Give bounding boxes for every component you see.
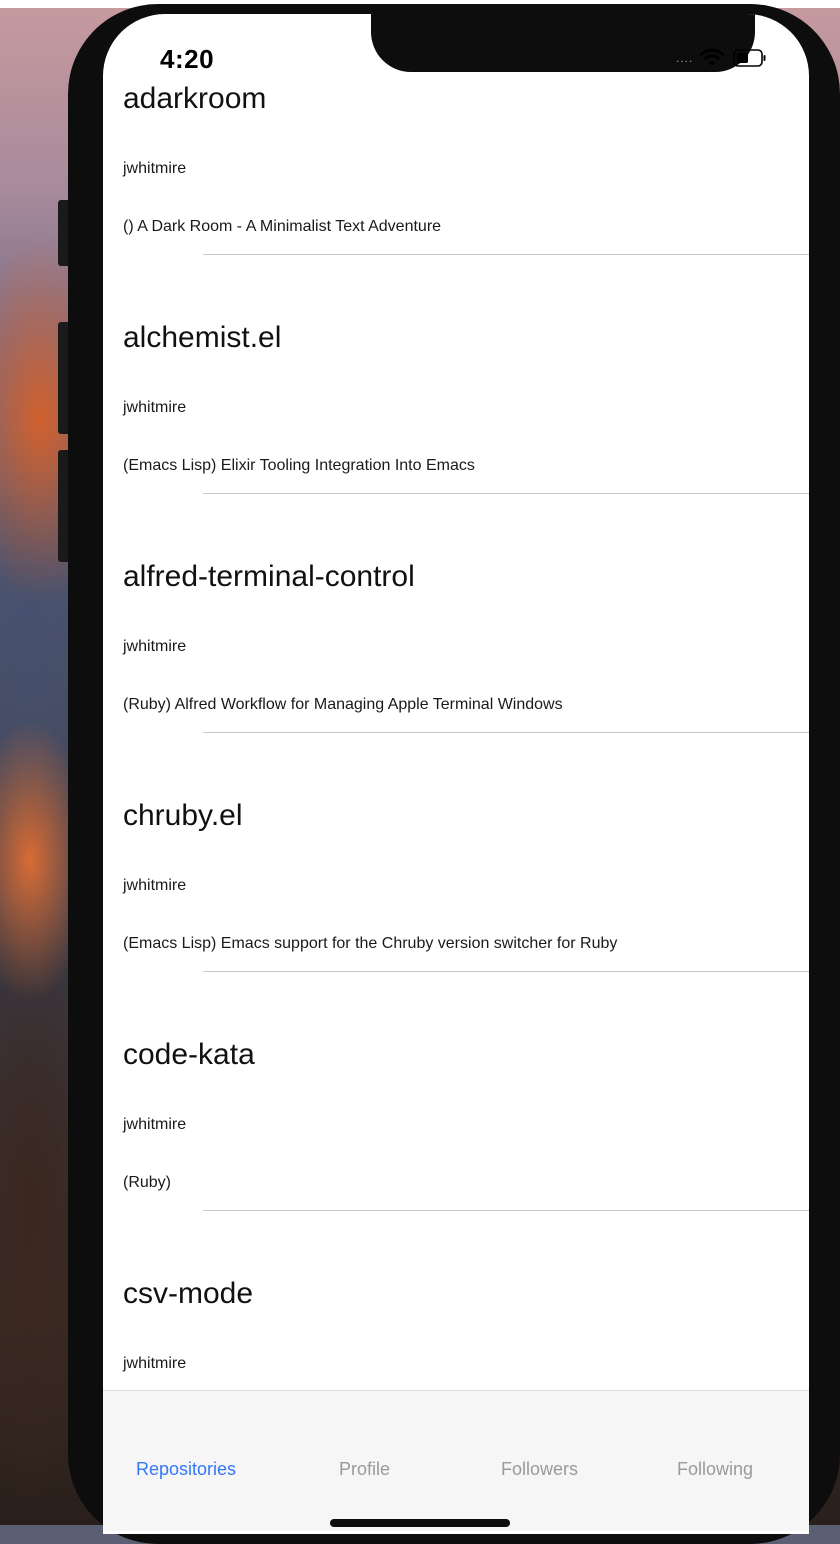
repository-name: adarkroom [123, 82, 267, 115]
repository-description: (Emacs Lisp) Emacs support for the Chrub… [123, 935, 618, 952]
home-indicator[interactable] [330, 1519, 510, 1527]
repository-item[interactable]: adarkroom jwhitmire () A Dark Room - A M… [103, 82, 809, 321]
repository-owner: jwhitmire [123, 877, 187, 894]
row-separator [203, 732, 809, 733]
row-separator [203, 1210, 809, 1211]
repository-name: csv-mode [123, 1277, 254, 1310]
row-separator [203, 254, 809, 255]
repository-name: code-kata [123, 1038, 255, 1071]
repository-item[interactable]: code-kata jwhitmire (Ruby) [103, 1038, 809, 1277]
cellular-signal: .... [676, 51, 694, 65]
repository-name: chruby.el [123, 799, 243, 832]
battery-icon [733, 49, 767, 67]
status-indicators: .... [676, 46, 767, 70]
tab-following[interactable]: Following [677, 1459, 753, 1480]
wifi-icon [699, 48, 725, 68]
repository-owner: jwhitmire [123, 638, 187, 655]
tab-profile[interactable]: Profile [339, 1459, 390, 1480]
repository-name: alfred-terminal-control [123, 560, 415, 593]
row-separator [203, 971, 809, 972]
repository-item[interactable]: csv-mode jwhitmire [103, 1277, 809, 1390]
tab-repositories[interactable]: Repositories [136, 1459, 236, 1480]
repository-owner: jwhitmire [123, 1116, 187, 1133]
repository-owner: jwhitmire [123, 160, 187, 177]
repository-item[interactable]: alchemist.el jwhitmire (Emacs Lisp) Elix… [103, 321, 809, 560]
repository-list[interactable]: adarkroom jwhitmire () A Dark Room - A M… [103, 0, 809, 1390]
status-time: 4:20 [160, 44, 215, 74]
tab-followers[interactable]: Followers [501, 1459, 578, 1480]
repository-owner: jwhitmire [123, 1355, 187, 1372]
repository-name: alchemist.el [123, 321, 282, 354]
repository-description: (Ruby) Alfred Workflow for Managing Appl… [123, 696, 563, 713]
repository-owner: jwhitmire [123, 399, 187, 416]
repository-item[interactable]: alfred-terminal-control jwhitmire (Ruby)… [103, 560, 809, 799]
repository-description: () A Dark Room - A Minimalist Text Adven… [123, 218, 442, 235]
repository-item[interactable]: chruby.el jwhitmire (Emacs Lisp) Emacs s… [103, 799, 809, 1038]
repository-description: (Emacs Lisp) Elixir Tooling Integration … [123, 457, 475, 474]
tab-bar: Repositories Profile Followers Following [103, 1390, 809, 1531]
row-separator [203, 493, 809, 494]
repository-description: (Ruby) [123, 1174, 172, 1191]
